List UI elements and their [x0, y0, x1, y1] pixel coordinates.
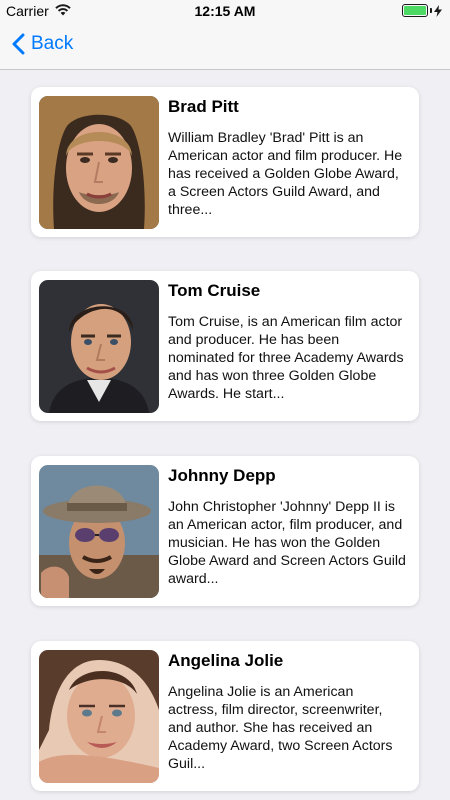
back-button[interactable]: Back — [12, 33, 73, 55]
avatar — [39, 96, 159, 229]
avatar — [39, 465, 159, 598]
celebrity-description: Tom Cruise, is an American film actor an… — [168, 314, 404, 402]
battery-icon — [402, 4, 442, 17]
back-label: Back — [31, 33, 74, 54]
chevron-left-icon — [12, 33, 25, 55]
avatar — [39, 650, 159, 783]
status-time: 12:15 AM — [194, 3, 256, 19]
avatar — [39, 280, 159, 413]
celebrity-name: Johnny Depp — [168, 466, 276, 485]
celebrity-description: William Bradley 'Brad' Pitt is an Americ… — [168, 130, 403, 218]
list-item[interactable]: Tom Cruise Tom Cruise, is an American fi… — [31, 271, 419, 421]
list-item[interactable]: Angelina Jolie Angelina Jolie is an Amer… — [31, 641, 419, 791]
celebrity-description: John Christopher 'Johnny' Depp II is an … — [168, 499, 406, 587]
list-item[interactable]: Johnny Depp John Christopher 'Johnny' De… — [31, 456, 419, 606]
celebrity-name: Brad Pitt — [168, 97, 239, 116]
list-item[interactable]: Brad Pitt William Bradley 'Brad' Pitt is… — [31, 87, 419, 237]
celebrity-name: Angelina Jolie — [168, 651, 284, 670]
charging-bolt-icon — [434, 4, 442, 17]
navigation-bar: Back — [0, 22, 450, 70]
celebrity-description: Angelina Jolie is an American actress, f… — [168, 684, 393, 772]
status-bar: Carrier 12:15 AM — [0, 0, 450, 22]
celebrity-name: Tom Cruise — [168, 281, 261, 300]
